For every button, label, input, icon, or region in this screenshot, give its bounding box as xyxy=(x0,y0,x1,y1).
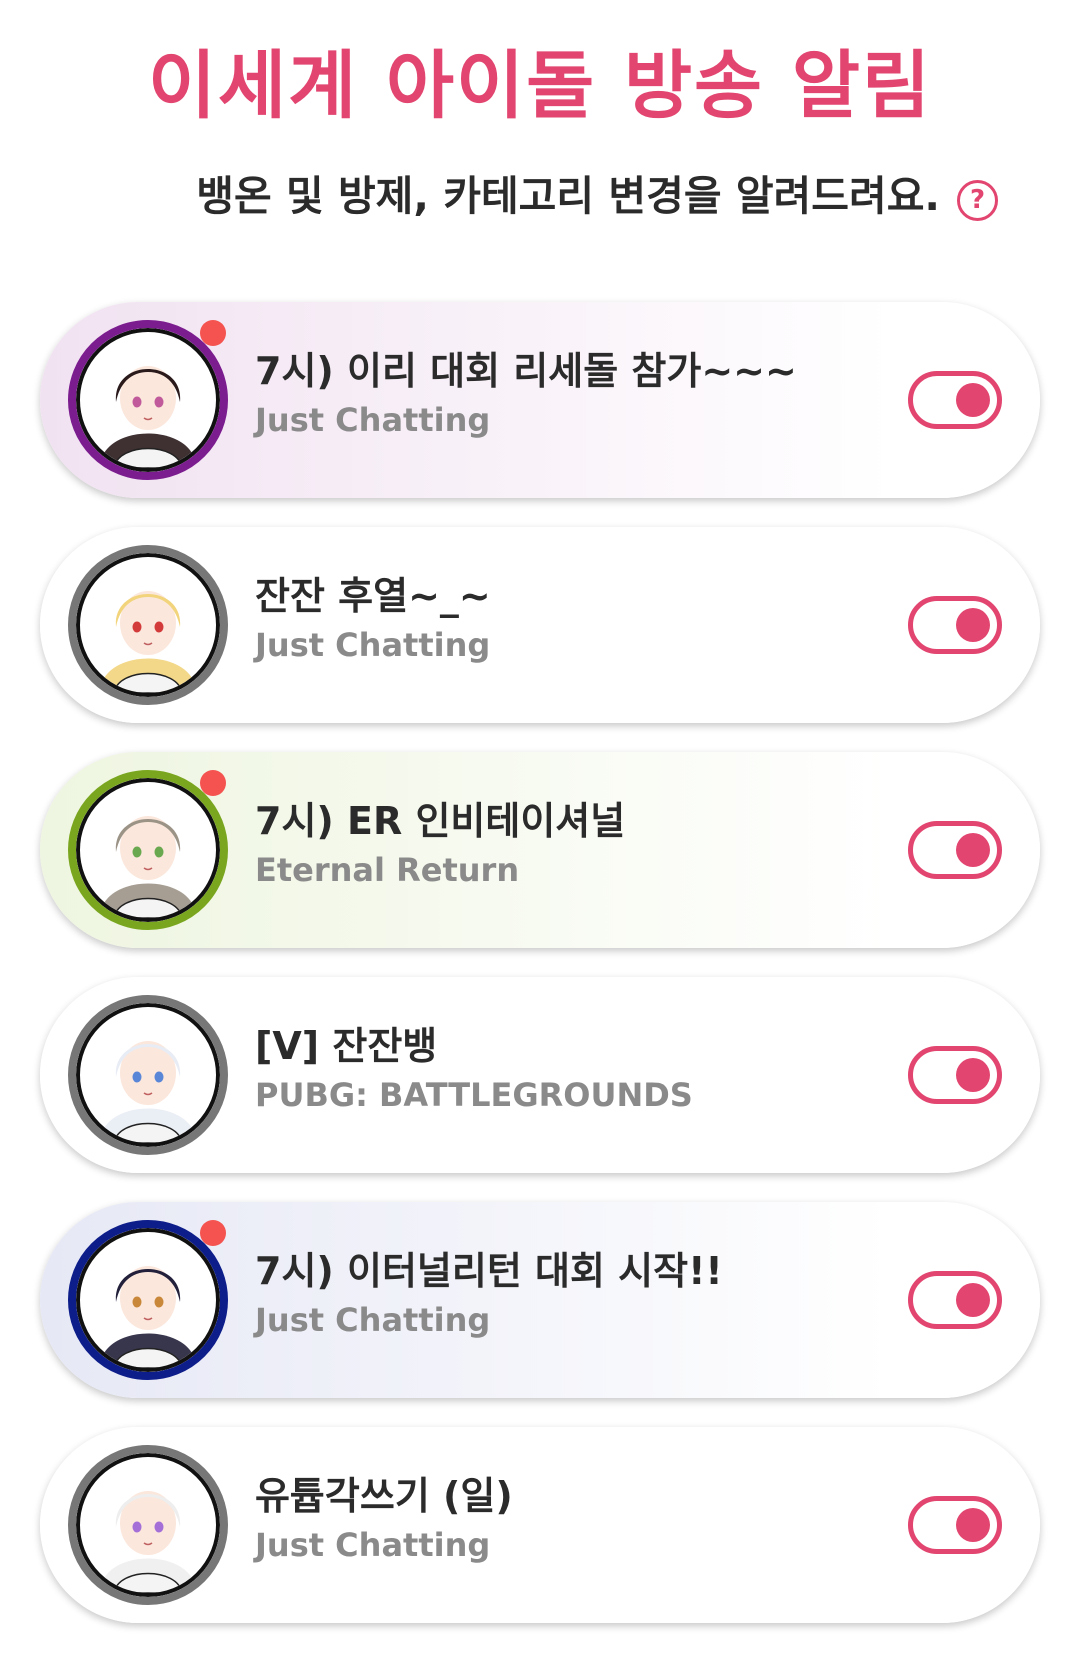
avatar-ring xyxy=(68,1220,228,1380)
avatar-border xyxy=(76,1003,220,1147)
streamer-card[interactable]: 7시) ER 인비테이셔널 Eternal Return xyxy=(40,752,1040,948)
streamer-card[interactable]: [V] 잔잔뱅 PUBG: BATTLEGROUNDS xyxy=(40,977,1040,1173)
avatar xyxy=(68,1445,228,1605)
toggle-knob xyxy=(956,1283,990,1317)
avatar-border xyxy=(76,1453,220,1597)
avatar-ring xyxy=(68,770,228,930)
stream-category: Eternal Return xyxy=(255,851,520,889)
stream-category: Just Chatting xyxy=(255,626,491,664)
live-indicator-dot xyxy=(200,320,226,346)
stream-category: PUBG: BATTLEGROUNDS xyxy=(255,1076,693,1114)
live-indicator-dot xyxy=(200,1220,226,1246)
toggle-knob xyxy=(956,608,990,642)
notification-toggle[interactable] xyxy=(908,821,1002,879)
streamer-card[interactable]: 7시) 이리 대회 리세돌 참가~~~ Just Chatting xyxy=(40,302,1040,498)
avatar-ring xyxy=(68,320,228,480)
toggle-knob xyxy=(956,833,990,867)
stream-title: 7시) ER 인비테이셔널 xyxy=(255,799,626,843)
stream-title: 7시) 이터널리턴 대회 시작!! xyxy=(255,1249,723,1293)
page-subtitle: 뱅온 및 방제, 카테고리 변경을 알려드려요. xyxy=(196,172,940,220)
avatar xyxy=(68,320,228,480)
toggle-knob xyxy=(956,383,990,417)
live-indicator-dot xyxy=(200,770,226,796)
stream-category: Just Chatting xyxy=(255,401,491,439)
notification-toggle[interactable] xyxy=(908,1271,1002,1329)
stream-title: 7시) 이리 대회 리세돌 참가~~~ xyxy=(255,349,797,393)
avatar xyxy=(68,770,228,930)
stream-category: Just Chatting xyxy=(255,1301,491,1339)
avatar-border xyxy=(76,778,220,922)
notification-toggle[interactable] xyxy=(908,1496,1002,1554)
streamer-card[interactable]: 유튭각쓰기 (일) Just Chatting xyxy=(40,1427,1040,1623)
toggle-knob xyxy=(956,1508,990,1542)
notification-toggle[interactable] xyxy=(908,596,1002,654)
stream-title: 잔잔 후열~_~ xyxy=(255,574,491,618)
question-circle-icon[interactable]: ? xyxy=(957,180,998,221)
notification-toggle[interactable] xyxy=(908,371,1002,429)
avatar-border xyxy=(76,553,220,697)
avatar xyxy=(68,545,228,705)
avatar-ring xyxy=(68,995,228,1155)
stream-category: Just Chatting xyxy=(255,1526,491,1564)
toggle-knob xyxy=(956,1058,990,1092)
avatar xyxy=(68,995,228,1155)
avatar-border xyxy=(76,1228,220,1372)
page-title: 이세계 아이돌 방송 알림 xyxy=(147,43,933,129)
avatar-ring xyxy=(68,545,228,705)
notification-toggle[interactable] xyxy=(908,1046,1002,1104)
streamer-card[interactable]: 7시) 이터널리턴 대회 시작!! Just Chatting xyxy=(40,1202,1040,1398)
avatar-border xyxy=(76,328,220,472)
stream-title: 유튭각쓰기 (일) xyxy=(255,1474,513,1518)
streamer-card[interactable]: 잔잔 후열~_~ Just Chatting xyxy=(40,527,1040,723)
avatar xyxy=(68,1220,228,1380)
avatar-ring xyxy=(68,1445,228,1605)
streamer-list: 7시) 이리 대회 리세돌 참가~~~ Just Chatting 잔잔 후열~_~… xyxy=(40,302,1040,1652)
stream-title: [V] 잔잔뱅 xyxy=(255,1024,438,1068)
